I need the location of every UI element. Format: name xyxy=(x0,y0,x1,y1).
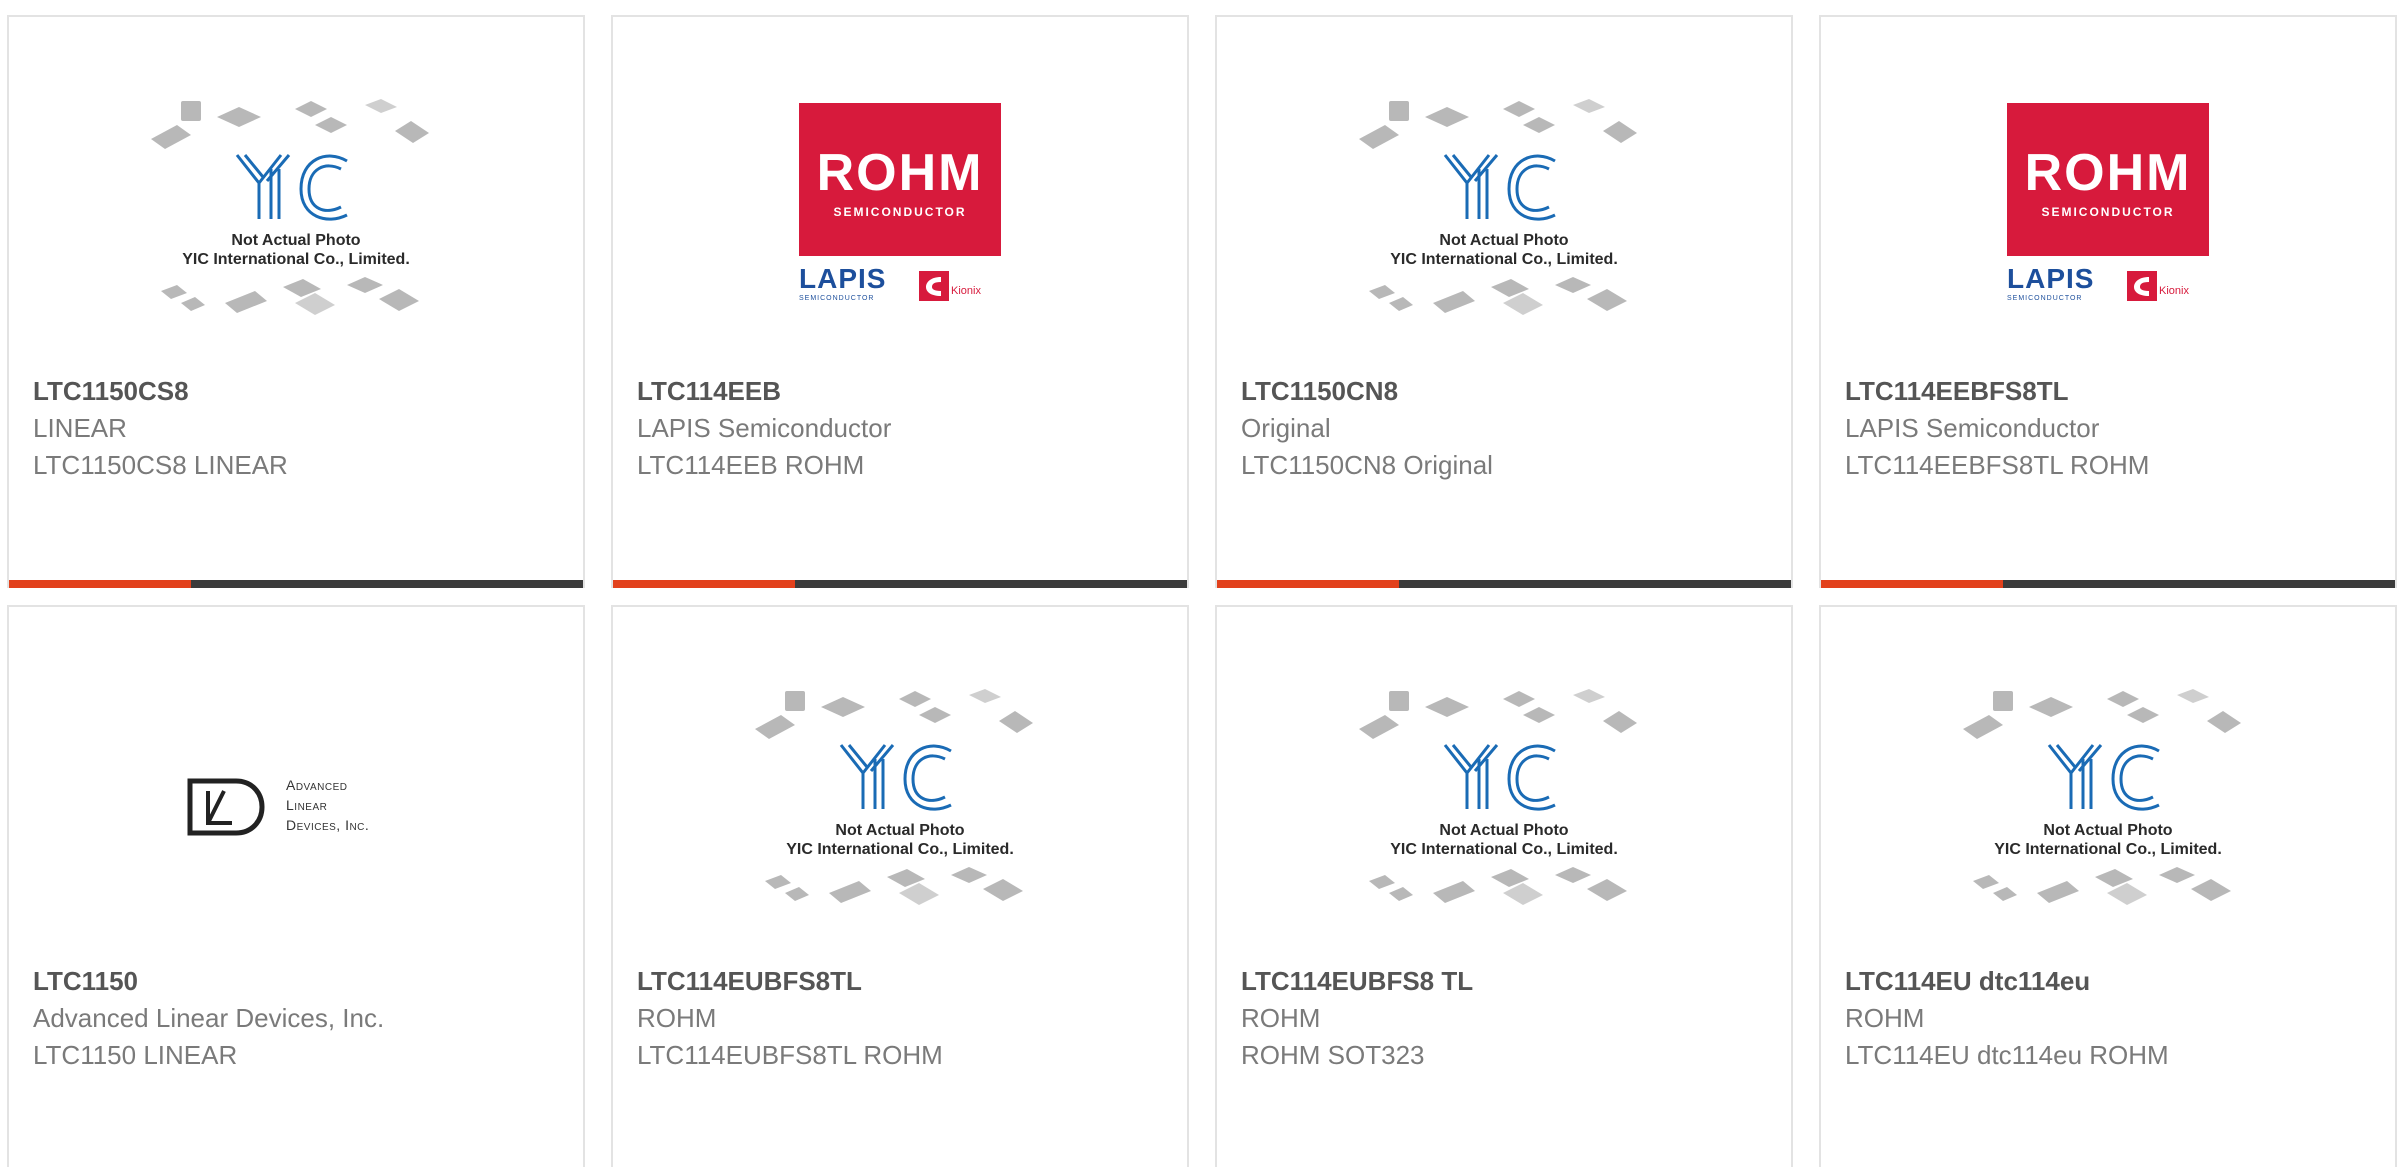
product-info: LTC1150 Advanced Linear Devices, Inc. LTC1… xyxy=(33,963,567,1074)
part-number[interactable]: LTC114EUBFS8TL xyxy=(637,963,1171,1000)
product-card[interactable]: Not Actual Photo YIC International Co., … xyxy=(7,15,585,588)
rohm-brand: ROHM xyxy=(2024,144,2192,202)
product-card[interactable]: Advanced Linear Devices, Inc. LTC1150 Advanc… xyxy=(7,605,585,1167)
manufacturer: Advanced Linear Devices, Inc. xyxy=(33,1003,385,1033)
kionix-brand: Kionix xyxy=(2159,285,2189,297)
product-card[interactable]: Not Actual Photo YIC International Co., … xyxy=(1819,605,2397,1167)
rohm-logo-block: ROHM SEMICONDUCTOR xyxy=(799,103,1001,256)
card-bottom-bar xyxy=(9,580,583,588)
part-number[interactable]: LTC114EEBFS8TL xyxy=(1845,373,2379,410)
adi-line3: Devices, Inc. xyxy=(286,817,370,833)
product-image[interactable]: Advanced Linear Devices, Inc. xyxy=(9,687,583,957)
product-card[interactable]: Not Actual Photo YIC International Co., … xyxy=(1215,15,1793,588)
product-card[interactable]: Not Actual Photo YIC International Co., … xyxy=(611,605,1189,1167)
part-number[interactable]: LTC114EUBFS8 TL xyxy=(1241,963,1775,1000)
kionix-icon xyxy=(919,271,949,301)
lapis-sub: SEMICONDUCTOR xyxy=(2007,295,2083,302)
part-number[interactable]: LTC1150 xyxy=(33,963,567,1000)
description: LTC114EUBFS8TL ROHM xyxy=(637,1040,943,1070)
product-info: LTC114EEB LAPIS Semiconductor LTC114EEB RO… xyxy=(637,373,1171,484)
product-image[interactable]: Not Actual Photo YIC International Co., … xyxy=(613,687,1187,957)
product-info: LTC114EEBFS8TL LAPIS Semiconductor LTC114E… xyxy=(1845,373,2379,484)
lapis-kionix-row: LAPIS SEMICONDUCTOR Kionix xyxy=(799,265,1001,305)
description: ROHM SOT323 xyxy=(1241,1040,1425,1070)
kionix-brand: Kionix xyxy=(951,285,981,297)
yic-placeholder-image: Not Actual Photo YIC International Co., … xyxy=(1359,99,1637,315)
yic-placeholder-image: Not Actual Photo YIC International Co., … xyxy=(755,689,1033,905)
adi-mark-icon xyxy=(187,778,265,836)
manufacturer: ROHM xyxy=(1241,1003,1321,1033)
product-info: LTC114EU dtc114eu ROHM LTC114EU dtc114eu R… xyxy=(1845,963,2379,1074)
product-info: LTC114EUBFS8 TL ROHM ROHM SOT323 xyxy=(1241,963,1775,1074)
adi-logo: Advanced Linear Devices, Inc. xyxy=(186,775,406,845)
lapis-kionix-row: LAPIS SEMICONDUCTOR Kionix xyxy=(2007,265,2209,305)
manufacturer: ROHM xyxy=(637,1003,717,1033)
rohm-logo: ROHM SEMICONDUCTOR LAPIS SEMICONDUCTOR Kioni… xyxy=(1973,97,2243,313)
product-info: LTC114EUBFS8TL ROHM LTC114EUBFS8TL ROHM xyxy=(637,963,1171,1074)
description: LTC114EEB ROHM xyxy=(637,450,865,480)
placeholder-line2: YIC International Co., Limited. xyxy=(1390,251,1618,268)
lapis-sub: SEMICONDUCTOR xyxy=(799,295,875,302)
product-image[interactable]: Not Actual Photo YIC International Co., … xyxy=(1217,97,1791,367)
placeholder-line2: YIC International Co., Limited. xyxy=(786,841,1014,858)
product-card[interactable]: ROHM SEMICONDUCTOR LAPIS SEMICONDUCTOR Kioni… xyxy=(1819,15,2397,588)
part-number[interactable]: LTC114EU dtc114eu xyxy=(1845,963,2379,1000)
lapis-brand: LAPIS xyxy=(2007,263,2095,294)
yic-placeholder-image: Not Actual Photo YIC International Co., … xyxy=(1359,689,1637,905)
product-grid: Not Actual Photo YIC International Co., … xyxy=(0,0,2400,1167)
kionix-icon xyxy=(2127,271,2157,301)
rohm-brand: ROHM xyxy=(816,144,984,202)
yic-placeholder-image: Not Actual Photo YIC International Co., … xyxy=(1963,689,2241,905)
description: LTC114EU dtc114eu ROHM xyxy=(1845,1040,2169,1070)
card-bottom-bar xyxy=(1217,580,1791,588)
placeholder-line2: YIC International Co., Limited. xyxy=(182,251,410,268)
card-accent-bar xyxy=(613,580,795,588)
product-image[interactable]: Not Actual Photo YIC International Co., … xyxy=(1821,687,2395,957)
card-accent-bar xyxy=(1821,580,2003,588)
product-image[interactable]: ROHM SEMICONDUCTOR LAPIS SEMICONDUCTOR Kioni… xyxy=(1821,97,2395,367)
card-bottom-bar xyxy=(1821,580,2395,588)
manufacturer: LAPIS Semiconductor xyxy=(1845,413,2100,443)
product-image[interactable]: Not Actual Photo YIC International Co., … xyxy=(9,97,583,367)
adi-line2: Linear xyxy=(286,797,328,813)
placeholder-line1: Not Actual Photo xyxy=(231,232,360,249)
adi-line1: Advanced xyxy=(286,777,348,793)
product-card[interactable]: Not Actual Photo YIC International Co., … xyxy=(1215,605,1793,1167)
product-card[interactable]: ROHM SEMICONDUCTOR LAPIS SEMICONDUCTOR Kioni… xyxy=(611,15,1189,588)
product-info: LTC1150CN8 Original LTC1150CN8 Original xyxy=(1241,373,1775,484)
part-number[interactable]: LTC114EEB xyxy=(637,373,1171,410)
yic-placeholder-image: Not Actual Photo YIC International Co., … xyxy=(151,99,429,315)
placeholder-line1: Not Actual Photo xyxy=(1439,822,1568,839)
card-bottom-bar xyxy=(613,580,1187,588)
description: LTC1150CS8 LINEAR xyxy=(33,450,288,480)
product-info: LTC1150CS8 LINEAR LTC1150CS8 LINEAR xyxy=(33,373,567,484)
product-image[interactable]: ROHM SEMICONDUCTOR LAPIS SEMICONDUCTOR Kioni… xyxy=(613,97,1187,367)
placeholder-line1: Not Actual Photo xyxy=(1439,232,1568,249)
adi-wordmark: Advanced Linear Devices, Inc. xyxy=(286,775,369,835)
rohm-sub: SEMICONDUCTOR xyxy=(2041,205,2175,219)
manufacturer: ROHM xyxy=(1845,1003,1925,1033)
product-image[interactable]: Not Actual Photo YIC International Co., … xyxy=(1217,687,1791,957)
placeholder-line1: Not Actual Photo xyxy=(835,822,964,839)
description: LTC114EEBFS8TL ROHM xyxy=(1845,450,2150,480)
manufacturer: LINEAR xyxy=(33,413,127,443)
description: LTC1150 LINEAR xyxy=(33,1040,238,1070)
part-number[interactable]: LTC1150CN8 xyxy=(1241,373,1775,410)
placeholder-line2: YIC International Co., Limited. xyxy=(1390,841,1618,858)
placeholder-line2: YIC International Co., Limited. xyxy=(1994,841,2222,858)
part-number[interactable]: LTC1150CS8 xyxy=(33,373,567,410)
lapis-brand: LAPIS xyxy=(799,263,887,294)
manufacturer: LAPIS Semiconductor xyxy=(637,413,892,443)
description: LTC1150CN8 Original xyxy=(1241,450,1493,480)
rohm-sub: SEMICONDUCTOR xyxy=(833,205,967,219)
card-accent-bar xyxy=(9,580,191,588)
manufacturer: Original xyxy=(1241,413,1331,443)
card-accent-bar xyxy=(1217,580,1399,588)
rohm-logo-block: ROHM SEMICONDUCTOR xyxy=(2007,103,2209,256)
placeholder-line1: Not Actual Photo xyxy=(2043,822,2172,839)
rohm-logo: ROHM SEMICONDUCTOR LAPIS SEMICONDUCTOR Kioni… xyxy=(765,97,1035,313)
